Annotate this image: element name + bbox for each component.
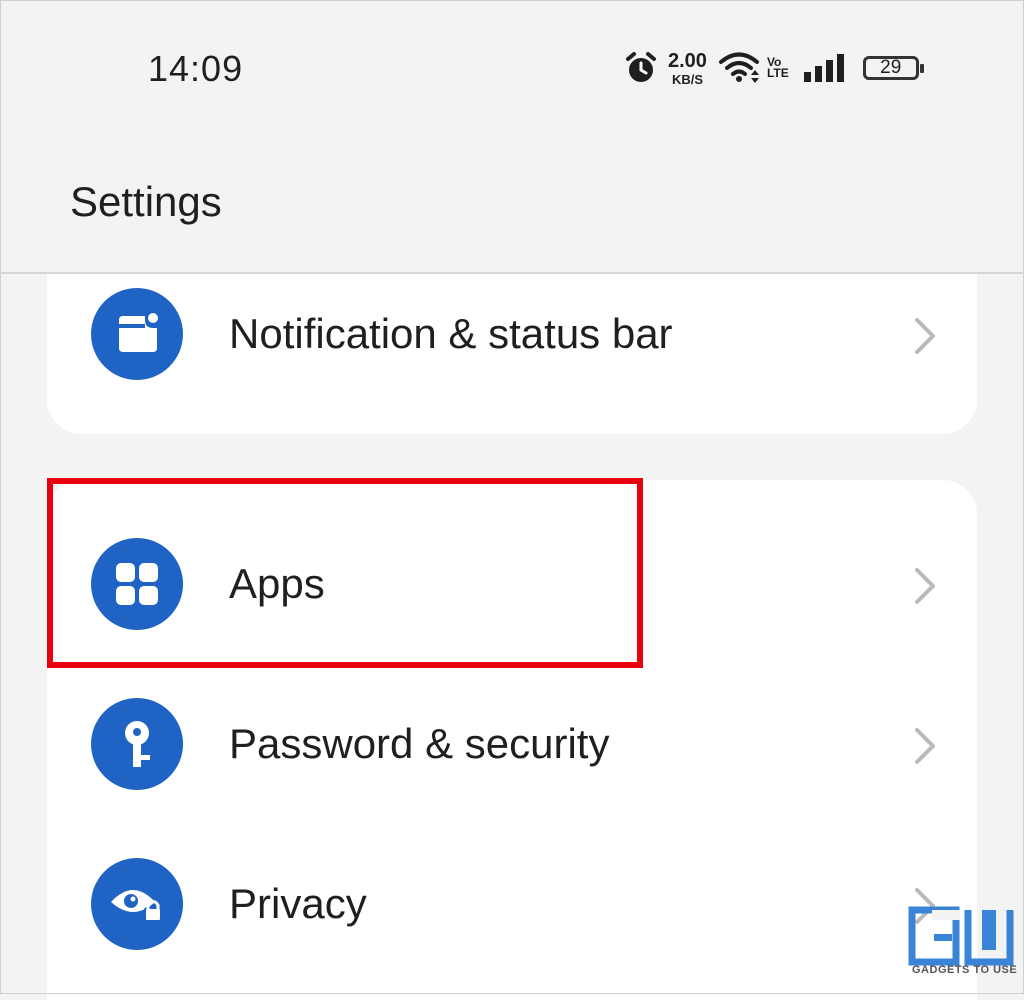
settings-item-label: Notification & status bar — [229, 310, 673, 357]
key-icon — [91, 698, 183, 790]
signal-icon — [803, 54, 844, 82]
status-bar: 14:09 2.00 KB/S Vo LTE 29 — [0, 0, 1024, 140]
apps-grid-icon — [91, 538, 183, 630]
chevron-right-icon — [915, 568, 935, 604]
settings-item-notification[interactable]: Notification & status bar — [47, 274, 977, 394]
battery-icon: 29 — [862, 56, 924, 80]
volte-icon: Vo LTE — [766, 56, 789, 80]
settings-item-privacy[interactable]: Privacy — [47, 844, 977, 964]
page-title: Settings — [70, 178, 222, 225]
network-speed-value: 2.00 — [668, 49, 707, 72]
status-time: 14:09 — [148, 48, 244, 89]
wifi-icon — [718, 52, 759, 83]
settings-item-label: Apps — [229, 560, 325, 607]
network-speed: 2.00 KB/S — [668, 51, 707, 86]
chevron-right-icon — [915, 728, 935, 764]
chevron-right-icon — [915, 318, 935, 354]
privacy-eye-lock-icon — [91, 858, 183, 950]
settings-item-label: Privacy — [229, 880, 367, 927]
volte-bottom: LTE — [766, 66, 789, 80]
settings-item-label: Password & security — [229, 720, 610, 767]
watermark-tagline: GADGETS TO USE — [912, 964, 1018, 976]
network-speed-unit: KB/S — [671, 71, 703, 87]
settings-item-apps[interactable]: Apps — [47, 524, 977, 644]
settings-item-password-security[interactable]: Password & security — [47, 684, 977, 804]
alarm-icon — [626, 52, 656, 82]
status-icons: 2.00 KB/S Vo LTE 29 — [624, 48, 924, 88]
notification-icon — [91, 288, 183, 380]
